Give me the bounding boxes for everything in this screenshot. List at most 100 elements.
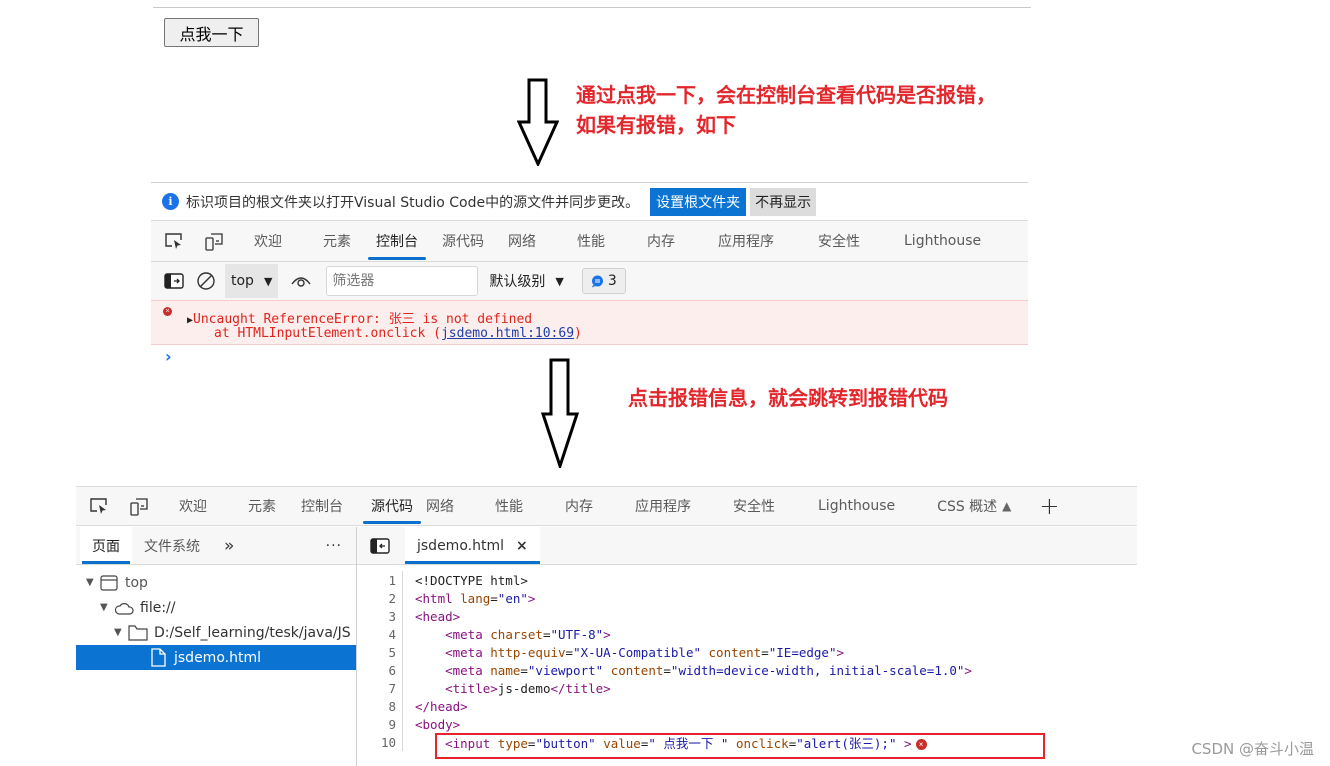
- device-emulation-icon[interactable]: [128, 495, 150, 517]
- code-line[interactable]: 3 <head>: [357, 607, 1137, 625]
- infobar-message: 标识项目的根文件夹以打开Visual Studio Code中的源文件并同步更改…: [186, 194, 640, 211]
- code-line[interactable]: 1 <!DOCTYPE html>: [357, 571, 1137, 589]
- code-token: content: [708, 644, 762, 660]
- tab-sources[interactable]: 源代码: [442, 221, 484, 261]
- console-error-message[interactable]: × ▶Uncaught ReferenceError: 张三 is not de…: [151, 300, 1028, 345]
- inspect-element-icon[interactable]: [88, 495, 110, 517]
- tab-lighthouse[interactable]: Lighthouse: [904, 221, 981, 261]
- annotation-step1: 通过点我一下，会在控制台查看代码是否报错，如果有报错，如下: [576, 83, 996, 137]
- tree-item-jsdemo-html[interactable]: jsdemo.html: [76, 645, 356, 670]
- line-number[interactable]: 10: [357, 733, 403, 751]
- code-line[interactable]: 8 </head>: [357, 697, 1137, 715]
- line-number[interactable]: 9: [357, 715, 403, 733]
- set-root-folder-button[interactable]: 设置根文件夹: [650, 187, 747, 216]
- tab-css-overview[interactable]: CSS 概述 ▲: [937, 487, 1011, 525]
- tab-application[interactable]: 应用程序: [718, 221, 774, 261]
- folder-icon: [128, 624, 148, 641]
- file-icon: [151, 648, 166, 667]
- issues-count: 3: [607, 273, 617, 289]
- tab-lighthouse[interactable]: Lighthouse: [818, 487, 895, 525]
- click-me-button[interactable]: 点我一下: [164, 18, 259, 47]
- tree-item-folder[interactable]: ▼ D:/Self_learning/tesk/java/JS: [76, 620, 356, 645]
- line-number[interactable]: 8: [357, 697, 403, 715]
- tab-elements[interactable]: 元素: [248, 487, 276, 525]
- tab-network[interactable]: 网络: [426, 487, 454, 525]
- tab-memory[interactable]: 内存: [565, 487, 593, 525]
- nav-tab-filesystem[interactable]: 文件系统: [132, 527, 212, 564]
- line-number[interactable]: 7: [357, 679, 403, 697]
- console-filter-input[interactable]: [326, 266, 479, 296]
- add-tab-button[interactable]: +: [1039, 487, 1059, 525]
- tab-security[interactable]: 安全性: [818, 221, 860, 261]
- code-line[interactable]: 7 <title>js-demo</title>: [357, 679, 1137, 697]
- info-icon: i: [162, 193, 179, 210]
- code-token: "width=device-width, initial-scale=1.0": [670, 662, 965, 678]
- code-token: =: [663, 662, 671, 678]
- code-token: "X-UA-Compatible": [573, 644, 701, 660]
- line-source: <head>: [403, 609, 460, 624]
- tab-console[interactable]: 控制台: [301, 487, 343, 525]
- toggle-navigator-icon[interactable]: [369, 535, 391, 557]
- code-token: js-demo: [497, 680, 551, 696]
- more-options-icon[interactable]: ···: [326, 538, 342, 554]
- code-line[interactable]: 6 <meta name="viewport" content="width=d…: [357, 661, 1137, 679]
- context-selector[interactable]: top ▼: [225, 264, 279, 298]
- tab-performance[interactable]: 性能: [495, 487, 523, 525]
- show-sidebar-icon[interactable]: [163, 270, 185, 292]
- tree-label: jsdemo.html: [174, 649, 261, 666]
- tab-security[interactable]: 安全性: [733, 487, 775, 525]
- close-tab-icon[interactable]: ×: [516, 538, 528, 554]
- line-number[interactable]: 1: [357, 571, 403, 589]
- stack-frame-suffix: ): [574, 326, 582, 341]
- code-token: =: [565, 644, 574, 660]
- source-editor: jsdemo.html × 1 <!DOCTYPE html> 2 <html lan…: [357, 527, 1137, 766]
- line-source: <!DOCTYPE html>: [403, 573, 528, 588]
- line-number[interactable]: 4: [357, 625, 403, 643]
- tab-welcome[interactable]: 欢迎: [179, 487, 207, 525]
- line-number[interactable]: 3: [357, 607, 403, 625]
- editor-tab-label: jsdemo.html: [417, 537, 504, 554]
- line-number[interactable]: 6: [357, 661, 403, 679]
- clear-console-icon[interactable]: [195, 270, 217, 292]
- tab-css-overview-label: CSS 概述: [937, 499, 998, 515]
- tab-console[interactable]: 控制台: [368, 221, 426, 261]
- console-prompt-icon[interactable]: ›: [165, 347, 172, 366]
- tree-item-file-origin[interactable]: ▼ file://: [76, 595, 356, 620]
- tab-application[interactable]: 应用程序: [635, 487, 691, 525]
- device-emulation-icon[interactable]: [203, 230, 225, 252]
- editor-tab-jsdemo[interactable]: jsdemo.html ×: [405, 527, 540, 564]
- code-line[interactable]: 5 <meta http-equiv="X-UA-Compatible" con…: [357, 643, 1137, 661]
- error-stack-line: at HTMLInputElement.onclick (jsdemo.html…: [214, 326, 582, 341]
- code-line[interactable]: 9 <body>: [357, 715, 1137, 733]
- inspect-element-icon[interactable]: [163, 230, 185, 252]
- tab-sources[interactable]: 源代码: [363, 487, 421, 525]
- line-number[interactable]: 2: [357, 589, 403, 607]
- line-number[interactable]: 5: [357, 643, 403, 661]
- code-token: >: [836, 644, 845, 660]
- tab-elements[interactable]: 元素: [323, 221, 351, 261]
- nav-tab-page[interactable]: 页面: [80, 527, 132, 564]
- code-token: charset: [490, 626, 543, 642]
- code-line[interactable]: 2 <html lang="en">: [357, 589, 1137, 607]
- tree-item-top[interactable]: ▼ top: [76, 570, 356, 595]
- tab-performance[interactable]: 性能: [577, 221, 605, 261]
- issues-count-button[interactable]: 3: [581, 268, 626, 294]
- expand-triangle-icon[interactable]: ▼: [86, 577, 100, 588]
- error-source-link[interactable]: jsdemo.html:10:69: [441, 326, 574, 341]
- more-tabs-chevron-icon[interactable]: »: [212, 527, 246, 564]
- message-bubble-icon: [591, 275, 603, 287]
- live-expression-eye-icon[interactable]: [290, 270, 312, 292]
- line-source: <html lang="en">: [403, 591, 535, 606]
- code-token: <html: [415, 590, 461, 606]
- dont-show-again-button[interactable]: 不再显示: [750, 187, 817, 216]
- log-level-dropdown[interactable]: 默认级别 ▼: [489, 271, 563, 291]
- tab-memory[interactable]: 内存: [647, 221, 675, 261]
- code-line[interactable]: 4 <meta charset="UTF-8">: [357, 625, 1137, 643]
- expand-triangle-icon[interactable]: ▼: [100, 602, 114, 613]
- error-text-line[interactable]: ▶Uncaught ReferenceError: 张三 is not defi…: [187, 308, 532, 327]
- expand-triangle-icon[interactable]: ▼: [114, 627, 128, 638]
- tab-network[interactable]: 网络: [508, 221, 536, 261]
- tab-welcome[interactable]: 欢迎: [254, 221, 282, 261]
